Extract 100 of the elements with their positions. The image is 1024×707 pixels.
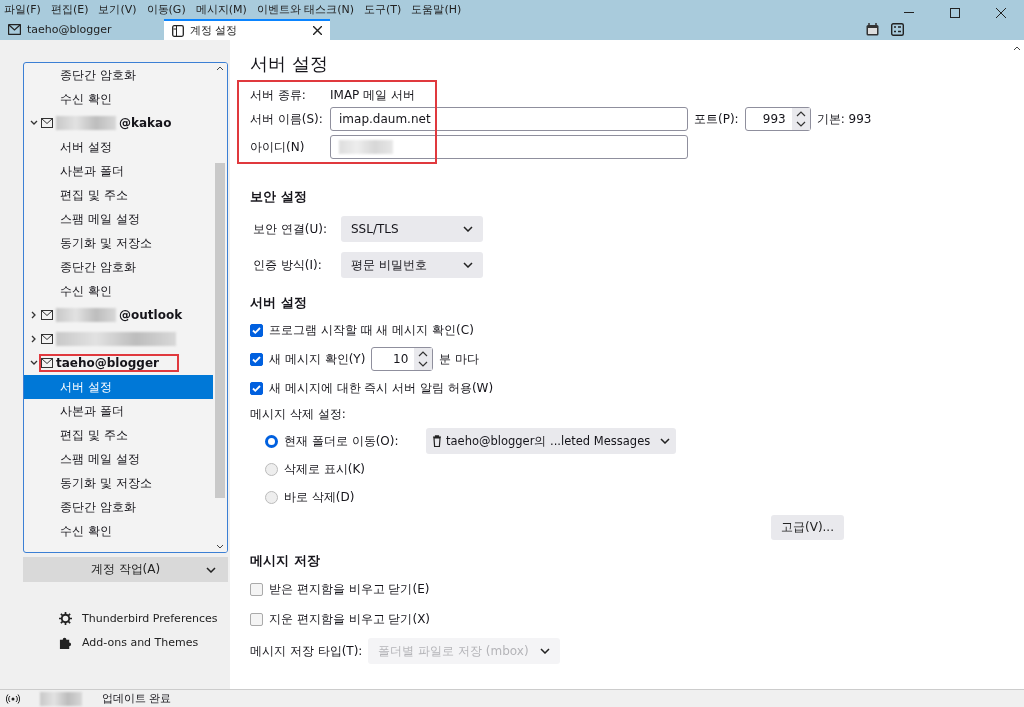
tree-item[interactable]: 스팸 메일 설정 — [24, 447, 213, 471]
envelope-icon — [41, 118, 53, 128]
checkbox-label: 받은 편지함을 비우고 닫기(E) — [269, 580, 430, 598]
checkbox[interactable] — [250, 612, 263, 626]
task-list-icon[interactable] — [891, 23, 904, 36]
folder-dropdown[interactable]: taeho@blogger의 ...leted Messages — [426, 428, 676, 454]
tree-item[interactable]: 수신 확인 — [24, 87, 213, 111]
interval-field[interactable]: 10 — [371, 347, 434, 371]
menu-item[interactable]: 메시지(M) — [195, 2, 247, 17]
signal-icon — [6, 693, 20, 704]
account-name: @outlook — [119, 308, 183, 322]
field-label: 보안 연결(U): — [253, 220, 328, 238]
checkbox-label: 새 메시지 확인(Y) — [269, 350, 366, 368]
tree-item[interactable]: 스팸 메일 설정 — [24, 207, 213, 231]
checkbox-label: 지운 편지함을 비우고 닫기(X) — [269, 610, 431, 628]
chevron-down-icon[interactable] — [30, 119, 38, 127]
checkbox[interactable] — [250, 381, 263, 395]
gear-icon — [59, 612, 72, 625]
account-actions-button[interactable]: 계정 작업(A) — [23, 557, 228, 582]
tab[interactable]: 계정 설정 — [164, 19, 330, 40]
radio-label: 현재 폴더로 이동(O): — [284, 432, 400, 450]
tree-item[interactable]: 사본과 폴더 — [24, 399, 213, 423]
field-label: 메시지 저장 타입(T): — [250, 642, 363, 660]
menu-item[interactable]: 이벤트와 태스크(N) — [256, 2, 355, 17]
field-label: 포트(P): — [694, 110, 739, 128]
account-entry[interactable]: taeho@blogger — [41, 356, 177, 370]
advanced-button[interactable]: 고급(V)... — [771, 515, 844, 540]
field-label: 아이디(N) — [250, 138, 306, 156]
dropdown[interactable]: 평문 비밀번호 — [341, 252, 483, 278]
page-title: 서버 설정 — [250, 52, 329, 76]
tree-item[interactable]: 수신 확인 — [24, 519, 213, 543]
chevron-down-icon — [660, 438, 670, 444]
field-label: 서버 이름(S): — [250, 110, 324, 128]
menu-item[interactable]: 이동(G) — [146, 2, 186, 17]
tree-item[interactable]: 동기화 및 저장소 — [24, 471, 213, 495]
radio-label: 바로 삭제(D) — [284, 488, 356, 506]
port-field[interactable]: 993 — [744, 107, 811, 131]
chevron-right-icon[interactable] — [30, 311, 38, 319]
tree-item[interactable]: 편집 및 주소 — [24, 423, 213, 447]
tree-item[interactable]: 서버 설정 — [24, 135, 213, 159]
minimize-icon[interactable] — [904, 12, 914, 14]
calendar-icon[interactable] — [866, 23, 879, 36]
tree-item[interactable]: 편집 및 주소 — [24, 183, 213, 207]
field-label: 메시지 삭제 설정: — [250, 406, 347, 423]
field-label: 인증 방식(I): — [253, 256, 323, 274]
tab[interactable]: taeho@blogger — [0, 19, 164, 40]
section-heading: 서버 설정 — [250, 294, 308, 312]
checkbox[interactable] — [250, 582, 263, 596]
checkbox-label: 프로그램 시작할 때 새 메시지 확인(C) — [269, 321, 474, 339]
radio-label: 삭제로 표시(K) — [284, 460, 367, 478]
checkbox[interactable] — [250, 323, 263, 337]
close-icon[interactable] — [313, 26, 322, 35]
menu-item[interactable]: 파일(F) — [4, 2, 41, 17]
sidebar-link[interactable]: Thunderbird Preferences — [59, 612, 228, 625]
menu-item[interactable]: 편집(E) — [50, 2, 89, 17]
tree-item[interactable]: 종단간 암호화 — [24, 63, 213, 87]
account-name: taeho@blogger — [56, 356, 159, 370]
envelope-icon — [41, 358, 53, 368]
tree-item[interactable]: 종단간 암호화 — [24, 255, 213, 279]
puzzle-icon — [59, 636, 72, 649]
section-heading: 보안 설정 — [250, 188, 308, 206]
envelope-icon — [41, 310, 53, 320]
scrollbar-thumb[interactable] — [215, 163, 225, 498]
user-id-field[interactable] — [330, 135, 688, 159]
close-icon[interactable] — [996, 8, 1006, 18]
tree-item[interactable]: 서버 설정 — [24, 375, 213, 399]
maximize-icon[interactable] — [950, 8, 960, 18]
unit-label: 분 마다 — [439, 350, 480, 368]
chevron-down-icon[interactable] — [30, 359, 38, 367]
scroll-up-icon[interactable] — [1013, 44, 1021, 52]
sidebar-link[interactable]: Add-ons and Themes — [59, 636, 228, 649]
tree-item[interactable]: 동기화 및 저장소 — [24, 231, 213, 255]
chevron-right-icon[interactable] — [30, 335, 38, 343]
checkbox-label: 새 메시지에 대한 즉시 서버 알림 허용(W) — [269, 379, 494, 397]
radio-button[interactable] — [265, 462, 278, 476]
account-name: @kakao — [119, 116, 172, 130]
status-text: 업데이트 완료 — [102, 691, 172, 706]
menu-item[interactable]: 보기(V) — [98, 2, 137, 17]
section-heading: 메시지 저장 — [250, 552, 321, 570]
menu-item[interactable]: 도구(T) — [364, 2, 402, 17]
menu-item[interactable]: 도움말(H) — [411, 2, 462, 17]
radio-button[interactable] — [265, 434, 278, 448]
envelope-icon — [8, 24, 21, 35]
radio-button[interactable] — [265, 490, 278, 504]
tree-item[interactable]: 수신 확인 — [24, 279, 213, 303]
account-entry[interactable]: @outlook — [41, 308, 183, 322]
default-port: 기본: 993 — [816, 110, 872, 128]
chevron-down-icon — [463, 262, 473, 268]
tree-item[interactable]: 종단간 암호화 — [24, 495, 213, 519]
account-entry[interactable]: @kakao — [41, 116, 172, 130]
field-value: IMAP 메일 서버 — [330, 86, 415, 104]
chevron-down-icon — [540, 648, 551, 654]
server-name-field[interactable]: imap.daum.net — [330, 107, 688, 131]
chevron-down-icon — [206, 567, 216, 573]
tree-item[interactable]: 사본과 폴더 — [24, 159, 213, 183]
redacted-text — [40, 691, 82, 706]
trash-icon — [432, 435, 442, 447]
checkbox[interactable] — [250, 352, 263, 366]
dropdown[interactable]: SSL/TLS — [341, 216, 483, 242]
chevron-down-icon — [463, 226, 473, 232]
